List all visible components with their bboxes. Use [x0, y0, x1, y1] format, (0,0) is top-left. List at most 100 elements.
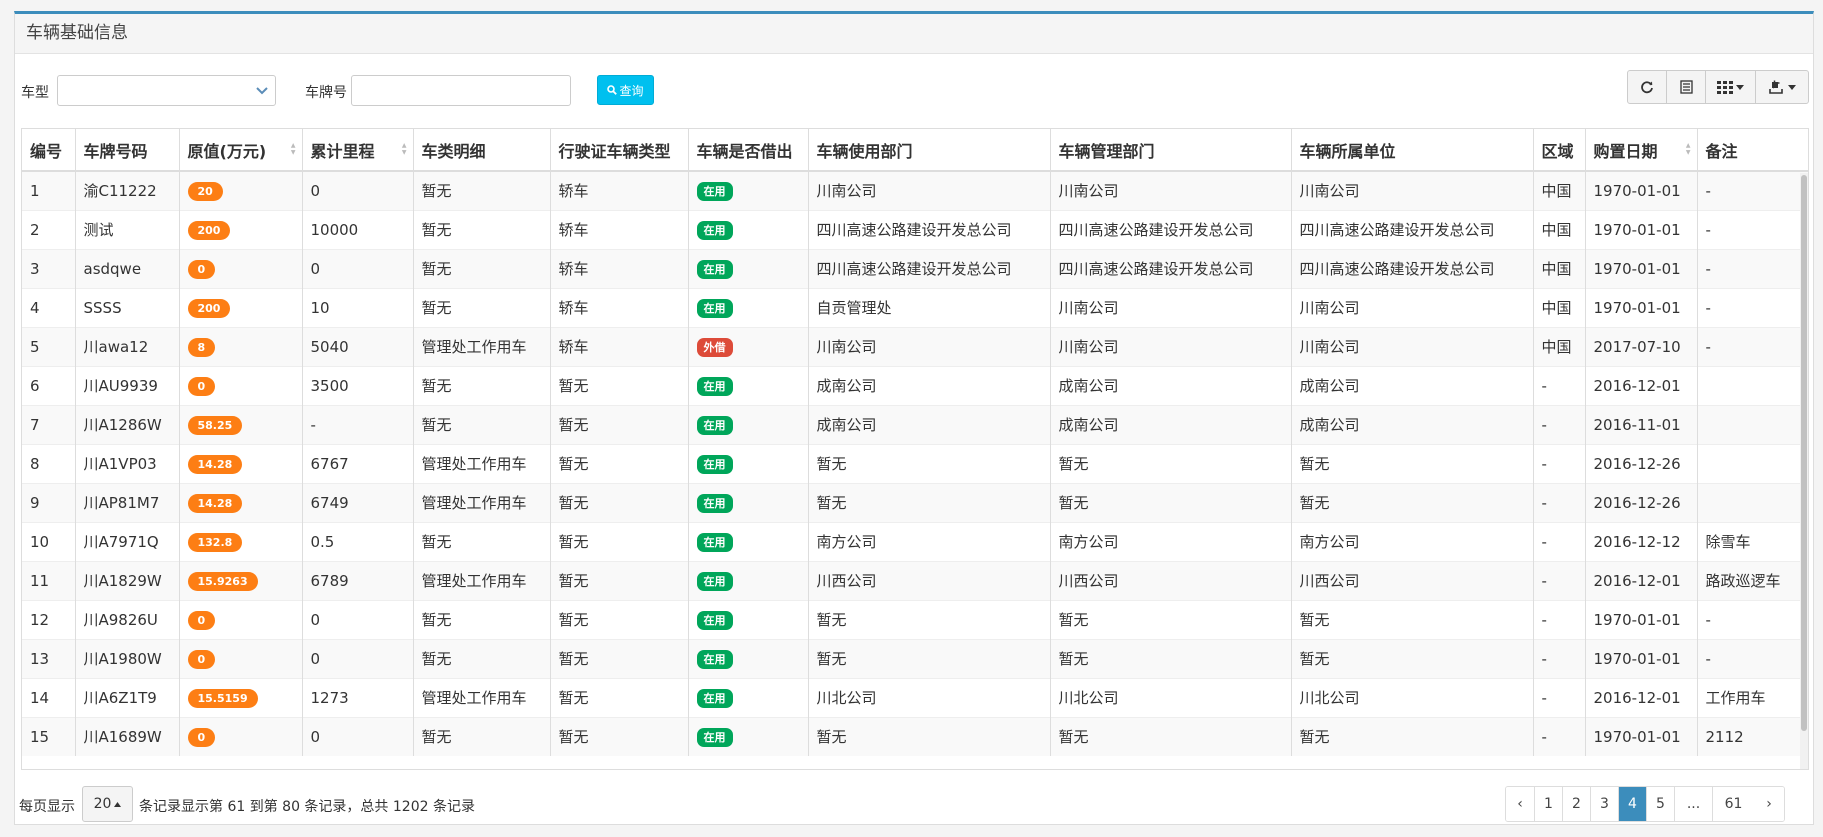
table-row[interactable]: 10 川A7971Q 132.8 0.5 暂无 暂无 在用 南方公司 南方公司 南方公司 -2016… [22, 521, 1808, 561]
car-type-label: 车型 [21, 85, 49, 101]
cell-original-value: 15.5159 [179, 677, 303, 717]
cell-remark: - [1697, 638, 1808, 678]
table-row[interactable]: 9 川AP81M7 14.28 6749 管理处工作用车 暂无 在用 暂无 暂无 暂无 -2016-… [22, 482, 1808, 522]
cell-remark: - [1697, 248, 1808, 288]
value-badge: 0 [187, 259, 216, 279]
cell-vehicle-detail: 暂无 [413, 170, 551, 210]
export-dropdown-button[interactable] [1756, 71, 1808, 103]
cell-vehicle-detail: 暂无 [413, 521, 551, 561]
cell-owner-unit: 川南公司 [1291, 170, 1534, 210]
cell-mileage: 0 [302, 599, 414, 639]
cell-mgmt-dept: 四川高速公路建设开发总公司 [1050, 248, 1292, 288]
cell-plate: 川A1689W [75, 716, 180, 756]
plate-number-input[interactable] [351, 75, 571, 106]
loan-status-badge: 在用 [696, 571, 733, 591]
cell-purchase-date: 1970-01-01 [1585, 716, 1698, 756]
column-header-use-dept[interactable]: 车辆使用部门 [808, 129, 1051, 172]
cell-license-type: 暂无 [550, 365, 689, 405]
caret-down-icon [1736, 84, 1744, 90]
pagination-page[interactable]: 2 [1563, 787, 1591, 821]
cell-loan-status: 在用 [688, 482, 809, 522]
loan-status-badge: 外借 [696, 337, 733, 357]
cell-region: - [1533, 677, 1586, 717]
pagination-page[interactable]: 61 [1713, 787, 1754, 821]
cell-remark: 工作用车 [1697, 677, 1808, 717]
scrollbar-thumb[interactable] [1801, 175, 1807, 731]
column-header-mileage[interactable]: 累计里程 [302, 129, 414, 172]
toggle-view-button[interactable] [1667, 71, 1706, 103]
records-summary: 条记录显示第 61 到第 80 条记录，总共 1202 条记录 [139, 799, 475, 815]
cell-vehicle-detail: 管理处工作用车 [413, 482, 551, 522]
cell-owner-unit: 暂无 [1291, 443, 1534, 483]
cell-loan-status: 在用 [688, 443, 809, 483]
cell-mgmt-dept: 川南公司 [1050, 170, 1292, 210]
table-row[interactable]: 2 测试 200 10000 暂无 轿车 在用 四川高速公路建设开发总公司 四川高速公路建设开发… [22, 209, 1808, 249]
cell-purchase-date: 1970-01-01 [1585, 209, 1698, 249]
cell-mgmt-dept: 暂无 [1050, 443, 1292, 483]
car-type-select[interactable] [57, 75, 276, 106]
pagination-next[interactable]: › [1754, 787, 1784, 821]
loan-status-badge: 在用 [696, 454, 733, 474]
table-row[interactable]: 6 川AU9939 0 3500 暂无 暂无 在用 成南公司 成南公司 成南公司 -2016-12-… [22, 365, 1808, 405]
pagination-page[interactable]: 5 [1647, 787, 1675, 821]
cell-use-dept: 暂无 [808, 482, 1051, 522]
value-badge: 0 [187, 727, 216, 747]
columns-dropdown-button[interactable] [1706, 71, 1756, 103]
table-scrollbar[interactable] [1800, 173, 1808, 769]
cell-mileage: 3500 [302, 365, 414, 405]
table-header-row: 编号 车牌号码 原值(万元) 累计里程 车类明细 行驶证车辆类型 车辆是否借出 … [22, 129, 1808, 172]
pagination-page[interactable]: 3 [1591, 787, 1619, 821]
pagination-page[interactable]: 1 [1535, 787, 1563, 821]
column-header-id[interactable]: 编号 [22, 129, 76, 172]
column-header-remark[interactable]: 备注 [1697, 129, 1808, 172]
column-header-purchase-date[interactable]: 购置日期 [1585, 129, 1698, 172]
table-row[interactable]: 7 川A1286W 58.25- 暂无 暂无 在用 成南公司 成南公司 成南公司 -2016-11… [22, 404, 1808, 444]
cell-owner-unit: 川南公司 [1291, 326, 1534, 366]
column-header-plate[interactable]: 车牌号码 [75, 129, 180, 172]
value-badge: 14.28 [187, 454, 243, 474]
page-size-dropdown[interactable]: 20 [82, 786, 133, 822]
cell-plate: SSSS [75, 287, 180, 327]
table-row[interactable]: 4 SSSS 200 10 暂无 轿车 在用 自贡管理处 川南公司 川南公司 中国 1970-01-0… [22, 287, 1808, 327]
table-row[interactable]: 15 川A1689W 0 0 暂无 暂无 在用 暂无 暂无 暂无 -1970-01-01 2112 [22, 716, 1808, 756]
cell-use-dept: 暂无 [808, 638, 1051, 678]
value-badge: 200 [187, 298, 231, 318]
cell-mileage: 0 [302, 716, 414, 756]
column-header-owner-unit[interactable]: 车辆所属单位 [1291, 129, 1534, 172]
cell-remark: - [1697, 326, 1808, 366]
table-row[interactable]: 1 渝C11222 20 0 暂无 轿车 在用 川南公司 川南公司 川南公司 中国 1970-01-0… [22, 170, 1808, 210]
column-header-license-type[interactable]: 行驶证车辆类型 [550, 129, 689, 172]
column-header-region[interactable]: 区域 [1533, 129, 1586, 172]
table-row[interactable]: 8 川A1VP03 14.28 6767 管理处工作用车 暂无 在用 暂无 暂无 暂无 -2016-… [22, 443, 1808, 483]
cell-id: 1 [22, 170, 76, 210]
table-row[interactable]: 5 川awa12 8 5040 管理处工作用车 轿车 外借 川南公司 川南公司 川南公司 中国 201… [22, 326, 1808, 366]
cell-vehicle-detail: 暂无 [413, 365, 551, 405]
search-button[interactable]: 查询 [597, 75, 654, 105]
table-row[interactable]: 14 川A6Z1T9 15.5159 1273 管理处工作用车 暂无 在用 川北公司 川北公司川… [22, 677, 1808, 717]
column-header-loan-status[interactable]: 车辆是否借出 [688, 129, 809, 172]
cell-mgmt-dept: 南方公司 [1050, 521, 1292, 561]
cell-region: - [1533, 404, 1586, 444]
cell-loan-status: 在用 [688, 716, 809, 756]
table-row[interactable]: 11 川A1829W 15.9263 6789 管理处工作用车 暂无 在用 川西公司 川西公司川… [22, 560, 1808, 600]
cell-mgmt-dept: 川南公司 [1050, 287, 1292, 327]
cell-license-type: 暂无 [550, 482, 689, 522]
column-header-original-value[interactable]: 原值(万元) [179, 129, 303, 172]
pagination-prev[interactable]: ‹ [1506, 787, 1535, 821]
cell-purchase-date: 2016-12-01 [1585, 677, 1698, 717]
cell-mileage: 10000 [302, 209, 414, 249]
table-row[interactable]: 3 asdqwe 0 0 暂无 轿车 在用 四川高速公路建设开发总公司 四川高速公路建设开发总公… [22, 248, 1808, 288]
cell-purchase-date: 1970-01-01 [1585, 599, 1698, 639]
cell-mileage: 6749 [302, 482, 414, 522]
cell-use-dept: 成南公司 [808, 404, 1051, 444]
cell-original-value: 58.25 [179, 404, 303, 444]
refresh-button[interactable] [1628, 71, 1667, 103]
column-header-vehicle-detail[interactable]: 车类明细 [413, 129, 551, 172]
loan-status-badge: 在用 [696, 376, 733, 396]
table-row[interactable]: 12 川A9826U 0 0 暂无 暂无 在用 暂无 暂无 暂无 -1970-01-01- [22, 599, 1808, 639]
cell-plate: 川A1829W [75, 560, 180, 600]
column-header-mgmt-dept[interactable]: 车辆管理部门 [1050, 129, 1292, 172]
pagination-page[interactable]: 4 [1619, 787, 1647, 821]
value-badge: 200 [187, 220, 231, 240]
table-row[interactable]: 13 川A1980W 0 0 暂无 暂无 在用 暂无 暂无 暂无 -1970-01-01- [22, 638, 1808, 678]
